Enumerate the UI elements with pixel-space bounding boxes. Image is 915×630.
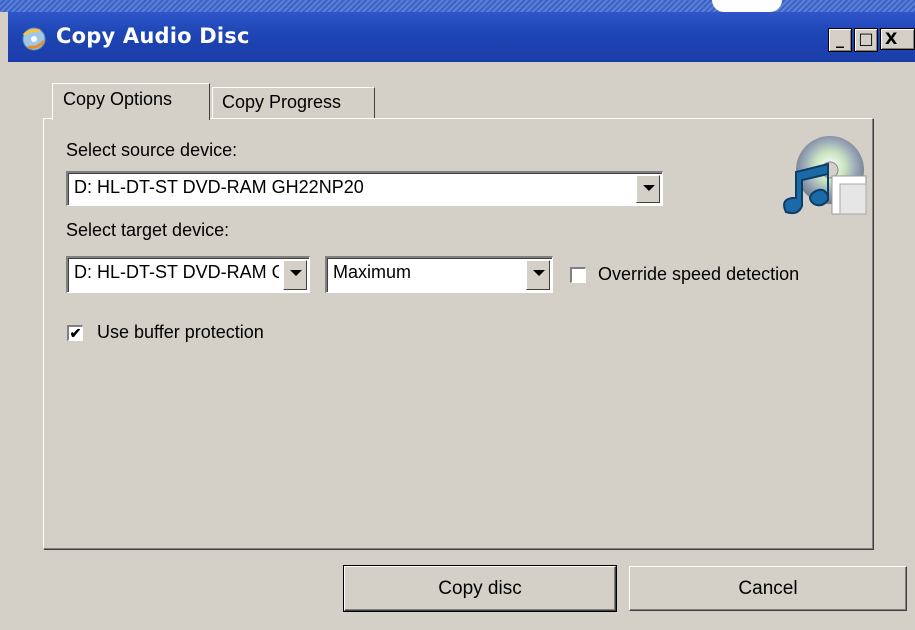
speed-value: Maximum [333,262,412,282]
chevron-down-icon[interactable] [526,260,550,290]
title-bar[interactable]: Copy Audio Disc _ □ X [8,12,915,62]
speed-select[interactable]: Maximum [325,256,553,293]
target-device-select[interactable]: D: HL-DT-ST DVD-RAM GH22NP20 [66,256,310,293]
override-speed-checkbox[interactable] [570,267,586,283]
buffer-protection-checkbox[interactable]: ✔ [67,325,83,341]
source-device-select[interactable]: D: HL-DT-ST DVD-RAM GH22NP20 [66,171,663,206]
maximize-button[interactable]: □ [854,28,878,52]
close-button[interactable]: X [880,28,915,50]
minimize-button[interactable]: _ [828,28,852,52]
target-device-value: D: HL-DT-ST DVD-RAM GH22NP20 [74,262,279,282]
tab-copy-progress[interactable]: Copy Progress [212,87,375,118]
tab-copy-options[interactable]: Copy Options [52,83,210,120]
copy-audio-disc-window: Copy Audio Disc _ □ X Copy Options Copy … [0,0,915,630]
app-icon [22,27,46,51]
desktop-strip [0,0,915,12]
source-device-label: Select source device: [66,140,238,160]
buffer-protection-label: Use buffer protection [97,322,264,342]
source-device-value: D: HL-DT-ST DVD-RAM GH22NP20 [74,177,364,197]
copy-disc-button[interactable]: Copy disc [343,565,617,612]
override-speed-label: Override speed detection [598,264,800,284]
target-device-label: Select target device: [66,220,230,240]
audio-disc-icon [783,136,867,215]
cancel-button[interactable]: Cancel [629,566,907,611]
chevron-down-icon[interactable] [283,260,307,290]
window-title: Copy Audio Disc [56,24,250,48]
chevron-down-icon[interactable] [636,175,660,203]
